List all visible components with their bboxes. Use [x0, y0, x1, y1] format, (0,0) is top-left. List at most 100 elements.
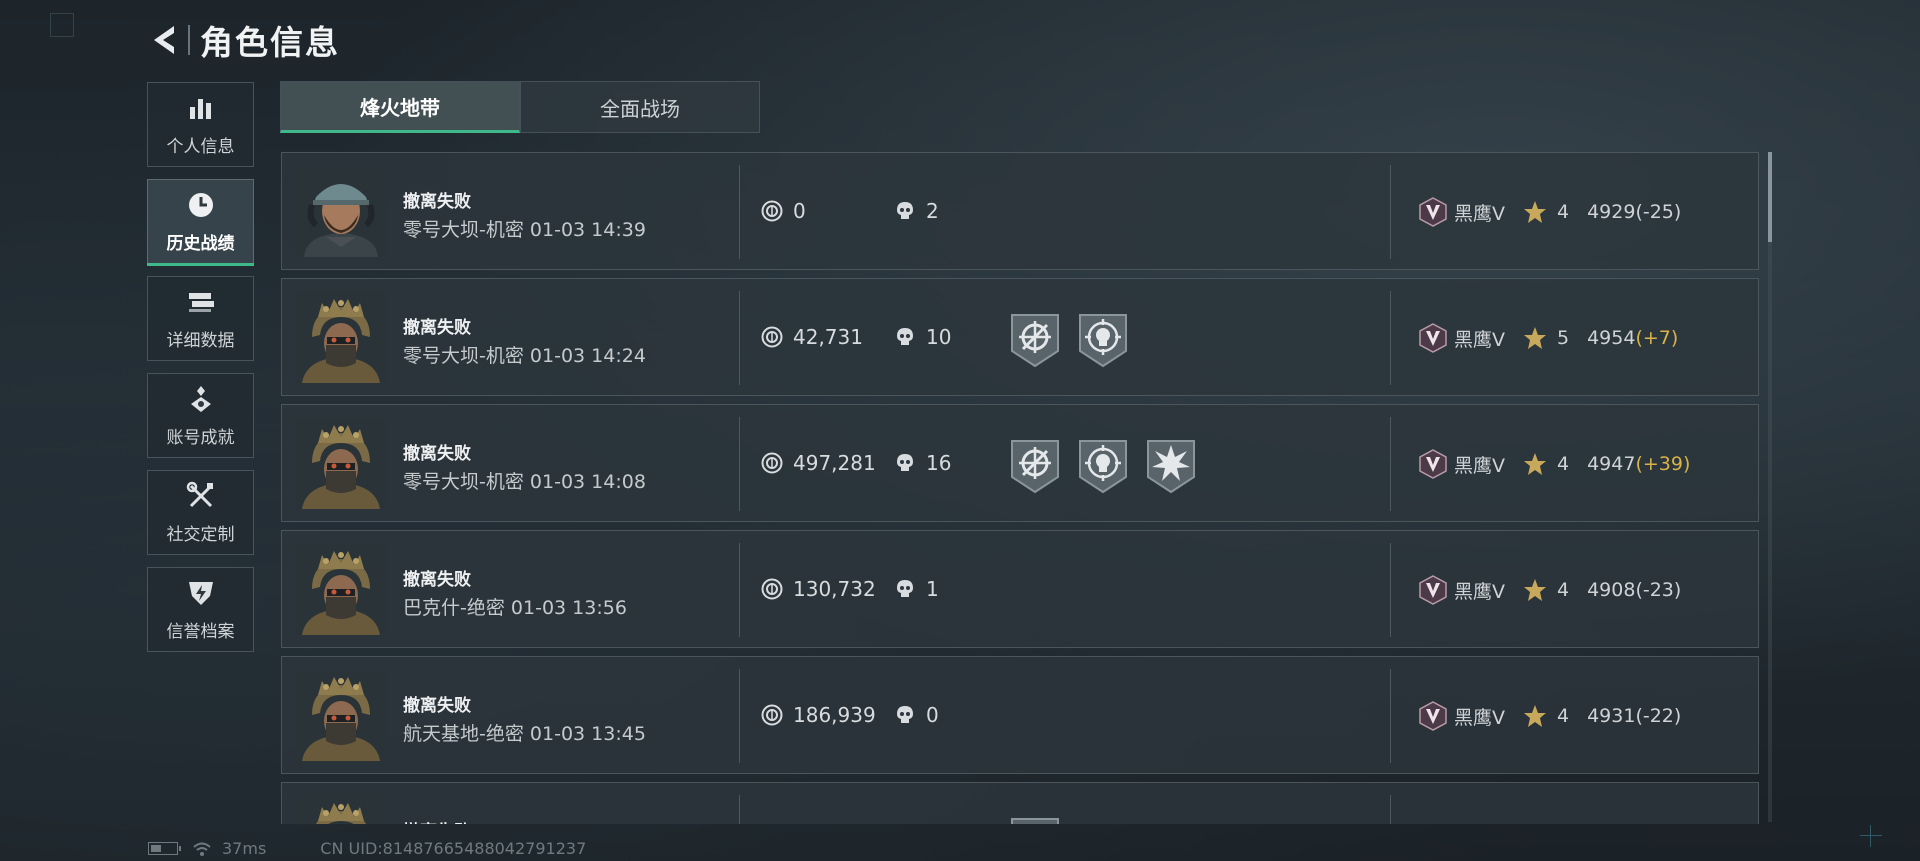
loot-value: 497,281 [761, 451, 876, 475]
wifi-icon [193, 842, 211, 856]
sidebar-item-reputation[interactable]: 信誉档案 [147, 567, 254, 652]
loot-value: 186,939 [761, 703, 876, 727]
rank-emblem-icon [1419, 575, 1447, 605]
star-count: 4 [1557, 201, 1570, 223]
score-delta: (-25) [1635, 201, 1682, 223]
sidebar-item-label: 详细数据 [166, 331, 235, 351]
tab-full-battlefield[interactable]: 全面战场 [520, 81, 760, 133]
loot-value-text: 497,281 [793, 451, 876, 475]
match-result: 撤离失败 [403, 570, 471, 590]
skull-kill-icon [897, 706, 913, 723]
row-divider [1390, 669, 1391, 763]
rank-score: 4954 [1587, 327, 1636, 349]
kill-count: 0 [894, 703, 939, 727]
match-row[interactable]: 撤离失败 零号大坝-机密 01-03 14:24 42,731 10 黑鹰V 5 4954(… [281, 278, 1759, 396]
rank-info: 黑鹰V 4 4931 (-22) [1418, 701, 1681, 731]
rank-emblem-icon [1419, 449, 1447, 479]
match-map-time: 零号大坝-机密 01-03 14:39 [403, 215, 646, 242]
match-row[interactable]: 撤离失败 零号大坝-机密 01-03 14:39 0 2 黑鹰V 4 4929 (-25) [281, 152, 1759, 270]
crosshair-badge-icon[interactable] [1008, 311, 1062, 369]
achievement-icon [187, 383, 215, 415]
value-coin-icon [761, 452, 783, 474]
tab-hazard-zone[interactable]: 烽火地带 [280, 81, 520, 133]
star-icon [1524, 705, 1546, 727]
sidebar-item-profile[interactable]: 个人信息 [147, 82, 254, 167]
corner-frame-mark [50, 13, 74, 37]
crosshair-badge-icon[interactable] [1008, 815, 1062, 824]
battery-icon [148, 842, 181, 855]
map-name: 航天基地-绝密 [403, 723, 524, 745]
match-time: 01-03 13:45 [529, 723, 646, 745]
match-map-time: 零号大坝-机密 01-03 14:08 [403, 467, 646, 494]
score-delta: (-23) [1635, 579, 1682, 601]
match-result: 撤离失败 [403, 444, 471, 464]
tools-icon [186, 480, 216, 512]
match-time: 01-03 14:39 [529, 219, 646, 241]
crosshair-badge-icon[interactable] [1008, 437, 1062, 495]
stacked-cards-icon [186, 286, 216, 318]
star-icon [1524, 453, 1546, 475]
map-name: 零号大坝-机密 [403, 219, 524, 241]
sidebar-item-social[interactable]: 社交定制 [147, 470, 254, 555]
match-result: 撤离失败 [403, 817, 471, 824]
sidebar-item-achievements[interactable]: 账号成就 [147, 373, 254, 458]
star-count: 4 [1557, 579, 1570, 601]
sidebar-item-label: 社交定制 [166, 525, 235, 545]
kill-count-text: 10 [926, 325, 952, 349]
loot-value: 0 [761, 199, 806, 223]
loot-value-text: 42,731 [793, 325, 863, 349]
kill-count-text: 16 [926, 451, 952, 475]
kill-count: 1 [894, 577, 939, 601]
row-divider [739, 165, 740, 259]
sidebar-item-history[interactable]: 历史战绩 [147, 179, 254, 266]
row-divider [1390, 543, 1391, 637]
skull-kill-icon [897, 580, 913, 597]
kill-count-text: 0 [926, 703, 939, 727]
back-button[interactable] [146, 20, 182, 60]
score-delta: (-22) [1635, 705, 1682, 727]
row-divider [739, 291, 740, 385]
match-row[interactable]: 撤离失败 巴克什-绝密 01-03 13:56 130,732 1 黑鹰V 4 4908 (-… [281, 530, 1759, 648]
match-row[interactable]: 撤离失败 航天基地-绝密 01-03 13:45 186,939 0 黑鹰V 4 4931(… [281, 656, 1759, 774]
rank-emblem-icon [1419, 197, 1447, 227]
shield-lightning-icon [186, 577, 216, 609]
match-row[interactable]: 撤离失败 [281, 782, 1759, 824]
rank-emblem-icon [1419, 701, 1447, 731]
sidebar: 个人信息 历史战绩 详细数据 账号成就 社交定制 信誉档案 [147, 82, 256, 664]
kill-count-text: 2 [926, 199, 939, 223]
score-delta: (+7) [1635, 327, 1679, 349]
value-coin-icon [761, 326, 783, 348]
match-map-time: 巴克什-绝密 01-03 13:56 [403, 593, 627, 620]
loot-value-text: 0 [793, 199, 806, 223]
star-icon [1524, 201, 1546, 223]
row-divider [1390, 795, 1391, 824]
rank-name: 黑鹰V [1454, 202, 1505, 225]
rank-emblem-icon [1419, 323, 1447, 353]
skull-kill-icon [897, 454, 913, 471]
sidebar-item-details[interactable]: 详细数据 [147, 276, 254, 361]
clock-icon [186, 189, 216, 221]
back-arrow-icon [154, 26, 174, 54]
burst-badge-icon[interactable] [1144, 437, 1198, 495]
scrollbar[interactable] [1768, 152, 1772, 822]
value-coin-icon [761, 200, 783, 222]
value-coin-icon [761, 578, 783, 600]
match-row[interactable]: 撤离失败 零号大坝-机密 01-03 14:08 497,281 16 黑鹰V 4 4947… [281, 404, 1759, 522]
skull-target-badge-icon[interactable] [1076, 311, 1130, 369]
match-history-list: 撤离失败 零号大坝-机密 01-03 14:39 0 2 黑鹰V 4 4929 (-25) 撤离… [281, 152, 1759, 824]
row-divider [1390, 417, 1391, 511]
star-icon [1524, 579, 1546, 601]
star-count: 4 [1557, 705, 1570, 727]
value-coin-icon [761, 704, 783, 726]
scroll-thumb[interactable] [1768, 152, 1772, 242]
rank-name: 黑鹰V [1454, 706, 1505, 729]
header-divider [188, 25, 190, 55]
match-time: 01-03 14:24 [529, 345, 646, 367]
loot-value-text: 186,939 [793, 703, 876, 727]
skull-target-badge-icon[interactable] [1076, 437, 1130, 495]
page-header: 角色信息 [146, 18, 340, 62]
star-icon [1524, 327, 1546, 349]
match-map-time: 航天基地-绝密 01-03 13:45 [403, 719, 646, 746]
match-result: 撤离失败 [403, 318, 471, 338]
match-badges [1008, 311, 1144, 369]
